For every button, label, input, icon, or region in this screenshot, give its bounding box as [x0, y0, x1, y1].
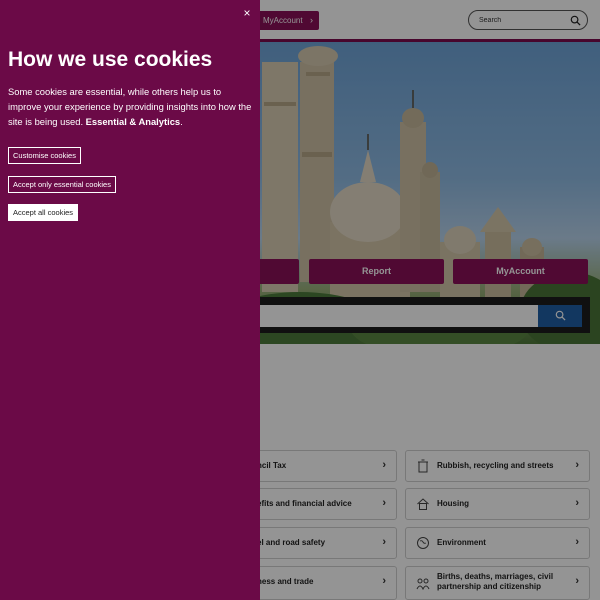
cookie-description-bold: Essential & Analytics — [85, 116, 181, 127]
cookie-description-end: . — [180, 116, 183, 127]
cookie-consent-panel: × How we use cookies Some cookies are es… — [0, 0, 260, 600]
cookie-title: How we use cookies — [8, 48, 213, 71]
close-icon[interactable]: × — [240, 6, 254, 20]
customise-cookies-button[interactable]: Customise cookies — [8, 147, 81, 164]
accept-all-cookies-button[interactable]: Accept all cookies — [8, 204, 79, 221]
cookie-description: Some cookies are essential, while others… — [8, 84, 253, 129]
accept-essential-cookies-button[interactable]: Accept only essential cookies — [8, 176, 116, 193]
